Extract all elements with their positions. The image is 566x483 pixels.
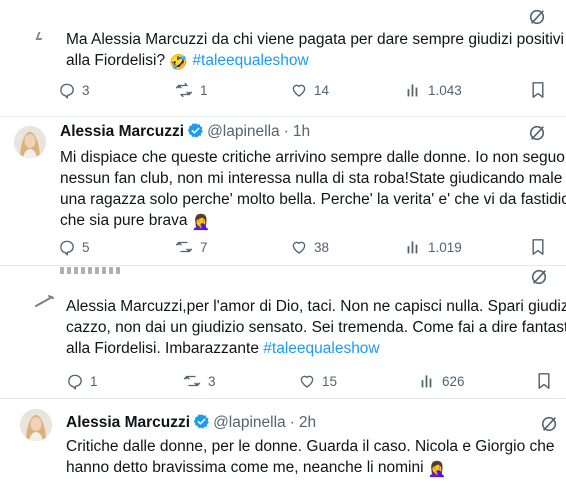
grok-icon[interactable] xyxy=(528,8,546,26)
retweet-button[interactable]: 1 xyxy=(174,80,208,100)
reply-button[interactable]: 5 xyxy=(58,237,90,257)
display-name[interactable]: Alessia Marcuzzi xyxy=(66,414,190,431)
separator-dot: · xyxy=(283,123,289,140)
views-icon xyxy=(407,84,418,97)
avatar[interactable] xyxy=(14,126,46,158)
tweet-1[interactable]: Ma Alessia Marcuzzi da chi viene pagata … xyxy=(0,0,566,116)
retweet-icon xyxy=(175,82,193,98)
reply-button[interactable]: 3 xyxy=(58,80,90,100)
avatar[interactable] xyxy=(20,409,52,441)
views-button[interactable]: 626 xyxy=(420,371,465,391)
reply-button[interactable]: 1 xyxy=(66,371,98,391)
avatar-image xyxy=(14,126,46,158)
tweet-3[interactable]: Alessia Marcuzzi,per l'amor di Dio, taci… xyxy=(0,266,566,397)
tweet-text-line: Critiche dalle donne, per le donne. Guar… xyxy=(66,438,555,455)
retweet-count: 7 xyxy=(200,239,208,255)
retweet-count: 1 xyxy=(200,82,208,98)
rofl-emoji: 🤣 xyxy=(169,54,189,71)
like-button[interactable]: 38 xyxy=(290,237,329,257)
like-icon xyxy=(300,375,314,388)
tweet-text-fragment: alla Fiordelisi. Imbarazzante xyxy=(66,340,264,357)
like-count: 15 xyxy=(322,373,338,389)
retweet-button[interactable]: 7 xyxy=(174,237,208,257)
views-button[interactable]: 1.043 xyxy=(406,80,462,100)
bookmark-button[interactable] xyxy=(536,371,552,391)
grok-icon[interactable] xyxy=(540,415,558,433)
retweet-count: 3 xyxy=(208,373,216,389)
verified-badge-icon xyxy=(187,123,203,138)
retweet-button[interactable]: 3 xyxy=(182,371,216,391)
hashtag-link[interactable]: #taleequaleshow xyxy=(192,52,308,69)
like-icon xyxy=(292,84,306,97)
tweet-text-fragment: alla Fiordelisi? xyxy=(66,52,170,69)
bookmark-icon xyxy=(532,82,544,98)
views-icon xyxy=(407,241,418,254)
bookmark-button[interactable] xyxy=(530,237,546,257)
tweet-text-line: una ragazza solo perche' molto bella. Pe… xyxy=(60,191,566,208)
thread-marker xyxy=(35,32,45,40)
like-count: 38 xyxy=(314,239,330,255)
tweet-header: Alessia Marcuzzi @lapinella · 2h xyxy=(66,413,316,433)
tweet-header: Alessia Marcuzzi @lapinella · 1h xyxy=(60,122,310,142)
avatar-image xyxy=(20,409,52,441)
tweet-text-line: alla Fiordelisi. Imbarazzante #taleequal… xyxy=(66,338,566,359)
tweet-text: Ma Alessia Marcuzzi da chi viene pagata … xyxy=(66,29,564,73)
retweet-icon xyxy=(175,241,193,253)
tweet-text-fragment: che sia pure brava xyxy=(60,212,188,229)
like-count: 14 xyxy=(314,82,330,98)
tweet-text-line: hanno detto bravissima come me, neanche … xyxy=(66,457,555,480)
like-icon xyxy=(292,241,306,254)
retweet-icon xyxy=(183,375,201,387)
tweet-text-line: nessun fan club, non mi interessa nulla … xyxy=(60,170,563,187)
display-name[interactable]: Alessia Marcuzzi xyxy=(60,123,184,140)
views-count: 1.043 xyxy=(428,82,462,98)
tweet-text-line: Ma Alessia Marcuzzi da chi viene pagata … xyxy=(66,31,564,48)
reply-icon xyxy=(60,83,74,99)
tweet-text-fragment: hanno detto bravissima come me, neanche … xyxy=(66,459,424,476)
tweet-text: Alessia Marcuzzi,per l'amor di Dio, taci… xyxy=(66,296,566,359)
grok-icon[interactable] xyxy=(528,124,546,142)
tweet-text-line: Mi dispiace che queste critiche arrivino… xyxy=(60,149,565,166)
reply-count: 5 xyxy=(82,239,90,255)
like-button[interactable]: 14 xyxy=(290,80,329,100)
reply-icon xyxy=(68,374,82,390)
hashtag-link[interactable]: #taleequaleshow xyxy=(263,340,379,357)
reply-icon xyxy=(60,240,74,256)
handle[interactable]: @lapinella xyxy=(207,123,280,140)
verified-badge-icon xyxy=(193,414,209,429)
separator-dot: · xyxy=(289,414,295,431)
views-count: 626 xyxy=(442,373,465,389)
handle[interactable]: @lapinella xyxy=(213,414,286,431)
timestamp[interactable]: 2h xyxy=(299,414,316,431)
cropped-header-remnant xyxy=(60,267,122,274)
tweet-2[interactable]: Alessia Marcuzzi @lapinella · 1h Mi dispiac… xyxy=(0,117,566,265)
grok-icon[interactable] xyxy=(530,268,548,286)
views-count: 1.019 xyxy=(428,239,462,255)
reply-count: 3 xyxy=(82,82,90,98)
facepalm-emoji: 🤦‍♀️ xyxy=(191,214,211,231)
reply-count: 1 xyxy=(90,373,98,389)
tweet-text-line: che sia pure brava 🤦‍♀️ xyxy=(60,210,566,233)
pen-marker-icon xyxy=(35,295,54,307)
timestamp[interactable]: 1h xyxy=(293,123,310,140)
bookmark-icon xyxy=(532,239,544,255)
bookmark-icon xyxy=(538,373,550,389)
tweet-text-line: cazzo, non dai un giudizio sensato. Sei … xyxy=(66,319,566,336)
facepalm-emoji: 🤦‍♀️ xyxy=(427,461,447,478)
tweet-text-line: alla Fiordelisi? 🤣 #taleequaleshow xyxy=(66,50,564,73)
tweet-text: Critiche dalle donne, per le donne. Guar… xyxy=(66,436,555,480)
tweet-4[interactable]: Alessia Marcuzzi @lapinella · 2h Critiche d… xyxy=(0,399,566,483)
bookmark-button[interactable] xyxy=(530,80,546,100)
tweet-text-line: Alessia Marcuzzi,per l'amor di Dio, taci… xyxy=(66,298,566,315)
views-button[interactable]: 1.019 xyxy=(406,237,462,257)
tweet-text: Mi dispiace che queste critiche arrivino… xyxy=(60,147,566,233)
like-button[interactable]: 15 xyxy=(298,371,337,391)
views-icon xyxy=(421,375,432,388)
